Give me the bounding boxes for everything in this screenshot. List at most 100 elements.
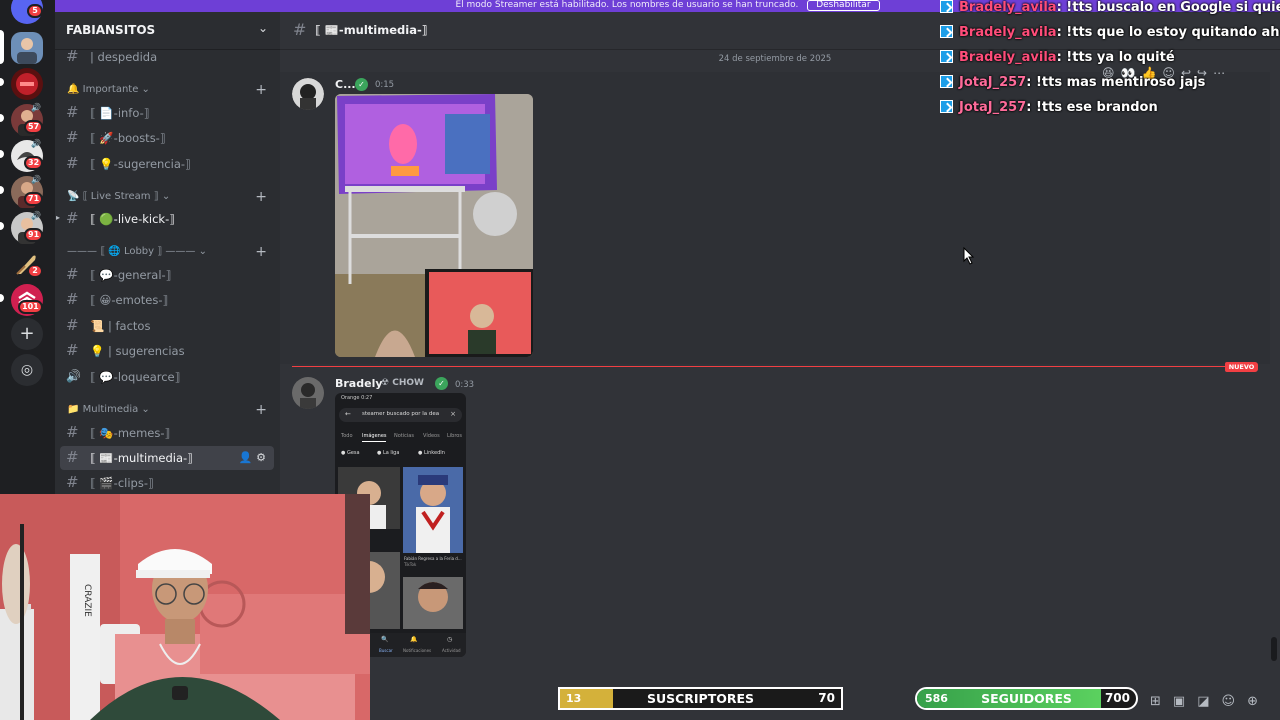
speaker-icon: 🔊: [31, 211, 41, 220]
phone-tab: Noticias: [394, 433, 414, 439]
category-multimedia[interactable]: 📁 Multimedia ⌄: [67, 404, 150, 418]
message-author[interactable]: Bradely: [335, 377, 383, 390]
server-fabiansitos[interactable]: [11, 32, 43, 64]
gamepad-icon[interactable]: ⊕: [1247, 694, 1270, 709]
channel-memes[interactable]: # ⟦ 🎭-memes-⟧: [60, 421, 274, 445]
sticker-icon[interactable]: ◪: [1197, 694, 1221, 709]
category-lobby[interactable]: ——— ⟦ 🌐 Lobby ⟧ ——— ⌄: [67, 246, 207, 260]
hash-icon: #: [66, 473, 79, 491]
chat-user: Bradely_avila: [959, 0, 1057, 15]
followers-target: 700: [1104, 691, 1130, 705]
phone-chip: ● La liga: [377, 450, 400, 456]
channel-name: ⟦ 💬-loquearce⟧: [90, 370, 181, 384]
gif-icon[interactable]: ▣: [1173, 694, 1197, 709]
hash-icon: #: [66, 341, 79, 359]
followers-goal: SEGUIDORES 586 700: [915, 687, 1138, 710]
gear-icon[interactable]: ⚙: [256, 451, 266, 464]
category-label: Importante: [82, 84, 139, 95]
channel-clips[interactable]: # ⟦ 🎬-clips-⟧: [60, 471, 274, 495]
category-importante[interactable]: 🔔 Importante ⌄: [67, 84, 150, 98]
phone-tab: Todo: [341, 433, 353, 439]
channel-info[interactable]: # ⟦ 📄-info-⟧: [60, 101, 274, 125]
tv-room-photo: [335, 94, 533, 357]
channel-name: ⟦ 🟢-live-kick-⟧: [90, 212, 175, 226]
phone-tab: Libros: [447, 433, 462, 439]
guild-tag[interactable]: ☢ CHOW: [381, 378, 424, 388]
invite-icon[interactable]: 👤: [239, 451, 253, 464]
avatar-image: [292, 377, 324, 409]
chat-message: Bradely_avila: !tts ya lo quité: [940, 50, 1175, 70]
emoji-icon[interactable]: ☺: [1222, 694, 1248, 709]
avatar[interactable]: [292, 78, 324, 110]
phone-tab-active: Imágenes: [362, 433, 387, 439]
gift-icon[interactable]: ⊞: [1150, 694, 1173, 709]
message-author[interactable]: C...: [335, 78, 356, 91]
category-live-stream[interactable]: 📡 ⟦ Live Stream ⟧ ⌄: [67, 191, 170, 205]
phone-nav-label: Actividad: [442, 648, 461, 653]
add-channel-icon[interactable]: +: [255, 82, 267, 98]
selected-server-indicator: [0, 30, 4, 64]
add-server-button[interactable]: +: [11, 318, 43, 350]
phone-chip-label: Gesa: [346, 450, 360, 456]
subscribers-target: 70: [818, 691, 835, 705]
channel-name: ⟦ 🎬-clips-⟧: [90, 476, 154, 490]
message-image-1[interactable]: [335, 94, 533, 357]
channel-name: ⟦ 💡-sugerencia-⟧: [90, 157, 191, 171]
channel-live-kick[interactable]: ▸ # ⟦ 🟢-live-kick-⟧: [56, 207, 274, 231]
composer-tools: ⊞▣◪☺⊕: [1150, 694, 1270, 714]
phone-chip-label: LinkedIn: [423, 450, 445, 456]
channel-emotes[interactable]: # ⟦ 😀-emotes-⟧: [60, 288, 274, 312]
channel-sugerencia[interactable]: # ⟦ 💡-sugerencia-⟧: [60, 152, 274, 176]
chat-text: : !tts mas mentiroso jajs: [1026, 75, 1206, 90]
message-time: 0:33: [455, 380, 475, 390]
channel-factos[interactable]: # 📜 | factos: [60, 314, 274, 338]
phone-chip: ● LinkedIn: [418, 450, 445, 456]
hash-icon: #: [66, 290, 79, 308]
plus-icon: +: [19, 323, 35, 344]
followers-current: 586: [925, 692, 948, 705]
avatar[interactable]: [292, 377, 324, 409]
kick-icon: [940, 25, 953, 38]
chat-user: JotaJ_257: [959, 100, 1027, 115]
close-icon: ×: [450, 410, 456, 418]
app-root: 5 🔊 57 🔊 32 🔊 71 🔊 91 2 101 + ◎ El modo …: [0, 0, 1280, 720]
explore-button[interactable]: ◎: [11, 354, 43, 386]
scrollbar[interactable]: [1271, 637, 1277, 661]
speaker-icon: 🔊: [31, 103, 41, 112]
speaker-icon: 🔊: [31, 139, 41, 148]
verified-icon: ✓: [355, 78, 368, 91]
chat-user: JotaJ_257: [959, 75, 1027, 90]
server-logo-icon: [16, 73, 38, 95]
more-icon[interactable]: ⋯: [1213, 66, 1231, 80]
guild-tag-label: CHOW: [392, 378, 424, 388]
hash-icon: #: [66, 423, 79, 441]
webcam-feed: CRAZIE: [0, 494, 370, 720]
add-channel-icon[interactable]: +: [255, 402, 267, 418]
server-avatar-icon: [17, 38, 37, 64]
disable-streamer-mode-button[interactable]: Deshabilitar: [807, 0, 880, 11]
speaker-icon: 🔊: [66, 369, 81, 383]
server-7-badge: 2: [27, 264, 43, 278]
phone-caption: Fabián Regresa a la Feria d...: [404, 556, 462, 561]
channel-despedida[interactable]: # | despedida: [60, 45, 274, 69]
server-red[interactable]: [11, 68, 43, 100]
unread-indicator-6: [0, 294, 4, 302]
channel-multimedia[interactable]: # ⟦ 📰-multimedia-⟧ 👤 ⚙: [60, 446, 274, 470]
phone-status: Orange 0:27: [341, 395, 373, 401]
category-label: Multimedia: [82, 404, 139, 415]
hash-icon: #: [66, 265, 79, 283]
voice-channel-loquearce[interactable]: 🔊 ⟦ 💬-loquearce⟧: [60, 365, 274, 389]
channel-sugerencias[interactable]: # 💡 | sugerencias: [60, 339, 274, 363]
kick-icon: [940, 0, 953, 13]
verified-icon: ✓: [435, 377, 448, 390]
channel-name: ⟦ 📄-info-⟧: [90, 106, 150, 120]
add-channel-icon[interactable]: +: [255, 189, 267, 205]
subscribers-current: 13: [566, 692, 582, 705]
chat-text: : !tts buscalo en Google si quieres: [1056, 0, 1280, 15]
channel-general[interactable]: # ⟦ 💬-general-⟧: [60, 263, 274, 287]
chat-user: Bradely_avila: [959, 50, 1057, 65]
channel-boosts[interactable]: # ⟦ 🚀-boosts-⟧: [60, 126, 274, 150]
hash-icon: #: [66, 128, 79, 146]
add-channel-icon[interactable]: +: [255, 244, 267, 260]
back-arrow-icon: ←: [345, 410, 351, 418]
